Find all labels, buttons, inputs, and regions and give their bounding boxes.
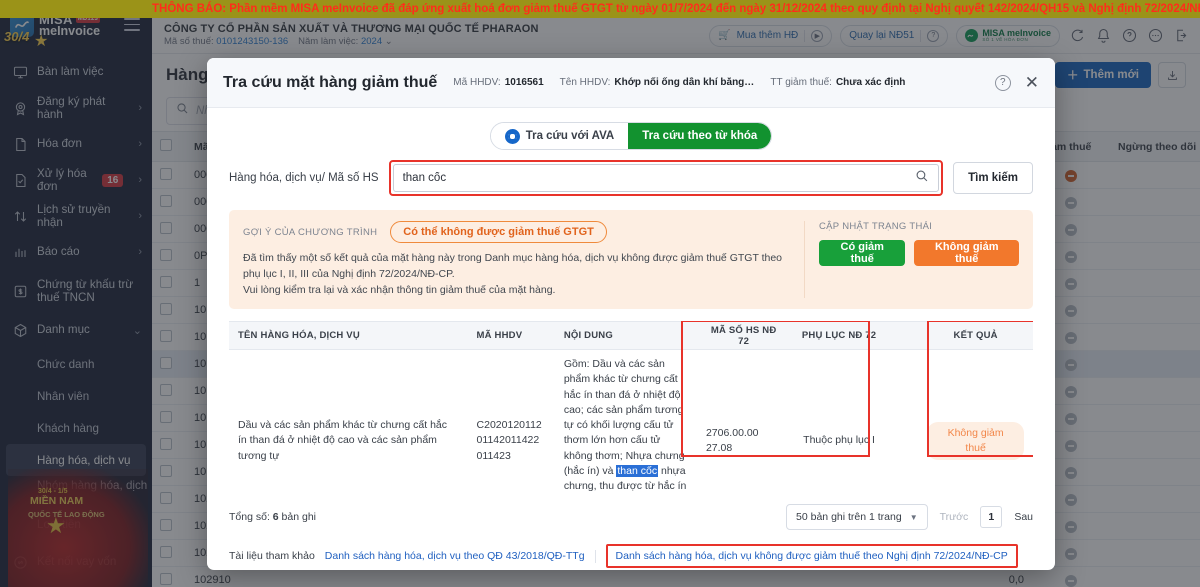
hint-right: CẬP NHẬT TRẠNG THÁI Có giảm thuế Không g…: [804, 221, 1019, 299]
chevron-down-icon: ▼: [909, 512, 918, 522]
hint-status-chip: Có thể không được giảm thuế GTGT: [390, 221, 607, 243]
result-table-wrap: TÊN HÀNG HÓA, DỊCH VỤ MÃ HHDV NỘI DUNG M…: [229, 321, 1033, 494]
close-icon[interactable]: ✕: [1025, 74, 1039, 91]
col-content: NỘI DUNG: [554, 321, 697, 351]
search-icon[interactable]: [915, 169, 929, 188]
tab-lookup-with-ava[interactable]: Tra cứu với AVA: [490, 123, 629, 149]
result-table-body: Dầu và các sản phẩm khác từ chưng cất hắ…: [229, 349, 1033, 494]
footer-pagination-row: Tổng số: 6 bản ghi 50 bản ghi trên 1 tra…: [229, 502, 1033, 532]
cell-product-name: Dầu và các sản phẩm khác từ chưng cất hắ…: [229, 349, 468, 494]
app-root: THÔNG BÁO: Phần mềm MISA meInvoice đã đá…: [0, 0, 1200, 587]
next-page-button[interactable]: Sau: [1014, 511, 1033, 523]
status-update-caption: CẬP NHẬT TRẠNG THÁI: [819, 221, 933, 232]
meta-value: 1016561: [504, 77, 544, 88]
col-appendix: PHỤ LỤC NĐ 72: [790, 321, 888, 351]
meta-label: Mã HHDV:: [453, 77, 501, 88]
modal-body: Tra cứu với AVA Tra cứu theo từ khóa Hàn…: [207, 108, 1055, 570]
cell-appendix: Thuộc phụ lục I: [790, 349, 888, 494]
has-tax-reduction-button[interactable]: Có giảm thuế: [819, 240, 906, 266]
program-hint-panel: GỢI Ý CỦA CHƯƠNG TRÌNH Có thể không được…: [229, 210, 1033, 310]
modal-meta-status: TT giảm thuế: Chưa xác định: [770, 77, 905, 88]
cell-spacer: [887, 349, 919, 494]
cell-hs-code: 2706.00.00 27.08: [696, 349, 791, 494]
hint-left: GỢI Ý CỦA CHƯƠNG TRÌNH Có thể không được…: [243, 221, 790, 298]
result-table: TÊN HÀNG HÓA, DỊCH VỤ MÃ HHDV NỘI DUNG M…: [229, 321, 1033, 494]
hint-top: GỢI Ý CỦA CHƯƠNG TRÌNH Có thể không được…: [243, 221, 790, 243]
hint-caption: GỢI Ý CỦA CHƯƠNG TRÌNH: [243, 226, 378, 238]
hint-line2: Vui lòng kiểm tra lại và xác nhận thông …: [243, 283, 556, 296]
page-size-select[interactable]: 50 bản ghi trên 1 trang ▼: [786, 504, 928, 530]
col-spacer: [887, 321, 919, 351]
ava-robot-icon: [504, 128, 520, 144]
col-product-name: TÊN HÀNG HÓA, DỊCH VỤ: [229, 321, 468, 351]
segmented-control: Tra cứu với AVA Tra cứu theo từ khóa: [489, 122, 773, 150]
result-badge: Không giảm thuế: [927, 421, 1024, 461]
cell-result: Không giảm thuế: [918, 349, 1033, 494]
help-circle-icon[interactable]: ?: [994, 74, 1011, 91]
modal-meta-name: Tên HHDV: Khớp nối ống dẫn khí bằng nhựa…: [560, 77, 755, 88]
no-tax-reduction-button[interactable]: Không giảm thuế: [914, 240, 1019, 266]
status-buttons: Có giảm thuế Không giảm thuế: [819, 240, 1019, 266]
prev-page-button[interactable]: Trước: [940, 511, 969, 523]
hint-line1: Đã tìm thấy một số kết quả của mặt hàng …: [243, 252, 783, 280]
current-page-number[interactable]: 1: [980, 506, 1003, 528]
modal-footer: Tổng số: 6 bản ghi 50 bản ghi trên 1 tra…: [207, 494, 1055, 570]
divider: [594, 549, 596, 563]
content-before: Gồm: Dầu và các sản phẩm khác từ chưng c…: [563, 358, 685, 477]
reference-label: Tài liệu tham khảo: [229, 550, 315, 562]
lookup-query-row: Hàng hóa, dịch vụ/ Mã số HS Tìm kiếm: [207, 160, 1055, 210]
meta-label: TT giảm thuế:: [770, 77, 832, 88]
footer-reference-row: Tài liệu tham khảo Danh sách hàng hóa, d…: [229, 532, 1033, 570]
col-hhdv-code: MÃ HHDV: [467, 321, 555, 351]
tax-lookup-modal: Tra cứu mặt hàng giảm thuế Mã HHDV: 1016…: [207, 58, 1055, 570]
reference-link-nd72[interactable]: Danh sách hàng hóa, dịch vụ không được g…: [605, 544, 1018, 568]
hs-code-text: 2706.00.00 27.08: [705, 426, 759, 454]
lookup-mode-tabs: Tra cứu với AVA Tra cứu theo từ khóa: [207, 108, 1055, 160]
meta-value: Chưa xác định: [835, 77, 906, 88]
tab-label: Tra cứu với AVA: [525, 130, 615, 142]
lookup-search-input[interactable]: [402, 172, 916, 184]
pager: 50 bản ghi trên 1 trang ▼ Trước 1 Sau: [786, 504, 1033, 530]
total-prefix: Tổng số:: [229, 511, 270, 523]
content-highlight: than cốc: [616, 464, 659, 477]
search-button[interactable]: Tìm kiếm: [953, 162, 1033, 194]
tab-lookup-by-keyword[interactable]: Tra cứu theo từ khóa: [628, 123, 772, 149]
modal-header-actions: ? ✕: [994, 74, 1039, 91]
col-result: KẾT QUẢ: [918, 321, 1033, 351]
table-row[interactable]: Dầu và các sản phẩm khác từ chưng cất hắ…: [229, 349, 1033, 494]
announcement-marquee: THÔNG BÁO: Phần mềm MISA meInvoice đã đá…: [0, 0, 1200, 18]
query-input-highlight: [388, 160, 944, 196]
page-size-label: 50 bản ghi trên 1 trang: [796, 511, 902, 523]
modal-title: Tra cứu mặt hàng giảm thuế: [223, 73, 438, 91]
total-count: 6: [272, 511, 279, 523]
col-hs-code: MÃ SỐ HS NĐ 72: [696, 321, 791, 351]
total-records: Tổng số: 6 bản ghi: [229, 511, 316, 523]
reference-link-qd43[interactable]: Danh sách hàng hóa, dịch vụ theo QĐ 43/2…: [325, 550, 585, 562]
tab-label: Tra cứu theo từ khóa: [642, 130, 758, 142]
hhdv-code-text: C2020120112 01142011422 011423: [476, 419, 542, 462]
total-suffix: bản ghi: [281, 511, 316, 523]
cell-hhdv-code: C2020120112 01142011422 011423: [467, 349, 555, 494]
modal-header: Tra cứu mặt hàng giảm thuế Mã HHDV: 1016…: [207, 58, 1055, 108]
modal-meta-code: Mã HHDV: 1016561: [453, 77, 543, 88]
query-label: Hàng hóa, dịch vụ/ Mã số HS: [229, 172, 379, 184]
result-table-header: TÊN HÀNG HÓA, DỊCH VỤ MÃ HHDV NỘI DUNG M…: [229, 321, 1033, 351]
meta-label: Tên HHDV:: [559, 77, 611, 88]
query-input-box[interactable]: [392, 164, 940, 192]
cell-content: Gồm: Dầu và các sản phẩm khác từ chưng c…: [554, 349, 697, 494]
meta-value: Khớp nối ống dẫn khí bằng nhựa...: [614, 77, 754, 88]
